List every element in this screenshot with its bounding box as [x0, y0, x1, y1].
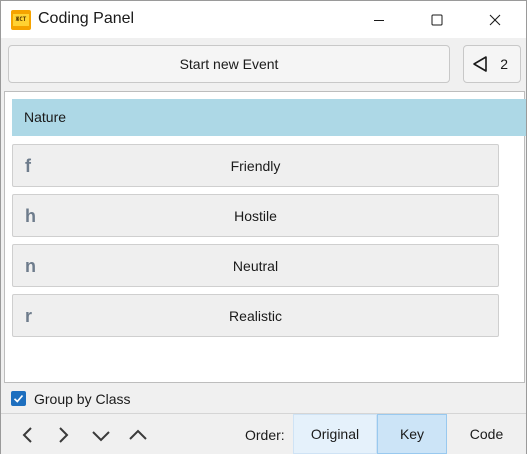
back-count: 2	[500, 56, 508, 72]
checkmark-icon	[13, 394, 24, 403]
start-new-event-label: Start new Event	[179, 56, 279, 72]
navigation-bar: Order: Original Key Code	[1, 414, 526, 454]
code-label: Friendly	[230, 157, 281, 174]
close-button[interactable]	[472, 1, 518, 38]
title-bar[interactable]: ЖCT Coding Panel	[1, 1, 526, 38]
start-new-event-button[interactable]: Start new Event	[8, 45, 450, 83]
group-by-class-label[interactable]: Group by Class	[34, 391, 130, 407]
move-down-button[interactable]	[89, 423, 113, 447]
order-code-button[interactable]: Code	[447, 414, 526, 454]
toolbar: Start new Event 2	[1, 38, 526, 91]
undo-back-button[interactable]: 2	[463, 45, 521, 83]
previous-button[interactable]	[16, 423, 40, 447]
code-button-realistic[interactable]: r Realistic	[12, 294, 499, 337]
next-button[interactable]	[51, 423, 75, 447]
chevron-right-icon	[59, 427, 69, 443]
order-original-label: Original	[310, 426, 360, 442]
group-header-nature: Nature	[12, 99, 526, 136]
order-label: Order:	[245, 427, 285, 443]
triangle-left-icon	[473, 56, 487, 72]
group-by-class-checkbox[interactable]	[11, 391, 26, 406]
code-button-friendly[interactable]: f Friendly	[12, 144, 499, 187]
code-list-panel: Nature f Friendly h Hostile n Neutral r …	[4, 91, 526, 383]
code-button-neutral[interactable]: n Neutral	[12, 244, 499, 287]
code-label: Hostile	[234, 207, 277, 224]
window-title: Coding Panel	[38, 10, 135, 27]
order-key-button[interactable]: Key	[377, 414, 447, 454]
order-key-label: Key	[399, 426, 425, 442]
maximize-icon	[431, 14, 443, 25]
order-original-button[interactable]: Original	[293, 414, 377, 454]
app-logo-icon: ЖCT	[11, 10, 31, 30]
move-up-button[interactable]	[126, 423, 150, 447]
coding-panel-window: ЖCT Coding Panel Start new Event 2 Natur…	[0, 0, 527, 454]
code-label: Neutral	[232, 257, 279, 274]
code-button-hostile[interactable]: h Hostile	[12, 194, 499, 237]
options-bar: Group by Class	[1, 384, 526, 414]
minimize-button[interactable]	[356, 1, 402, 38]
maximize-button[interactable]	[414, 1, 460, 38]
minimize-icon	[374, 19, 384, 21]
code-label: Realistic	[229, 307, 282, 324]
chevron-up-icon	[129, 429, 147, 440]
close-icon	[489, 14, 501, 25]
order-code-label: Code	[469, 426, 504, 442]
chevron-left-icon	[22, 427, 32, 443]
chevron-down-icon	[92, 431, 110, 442]
